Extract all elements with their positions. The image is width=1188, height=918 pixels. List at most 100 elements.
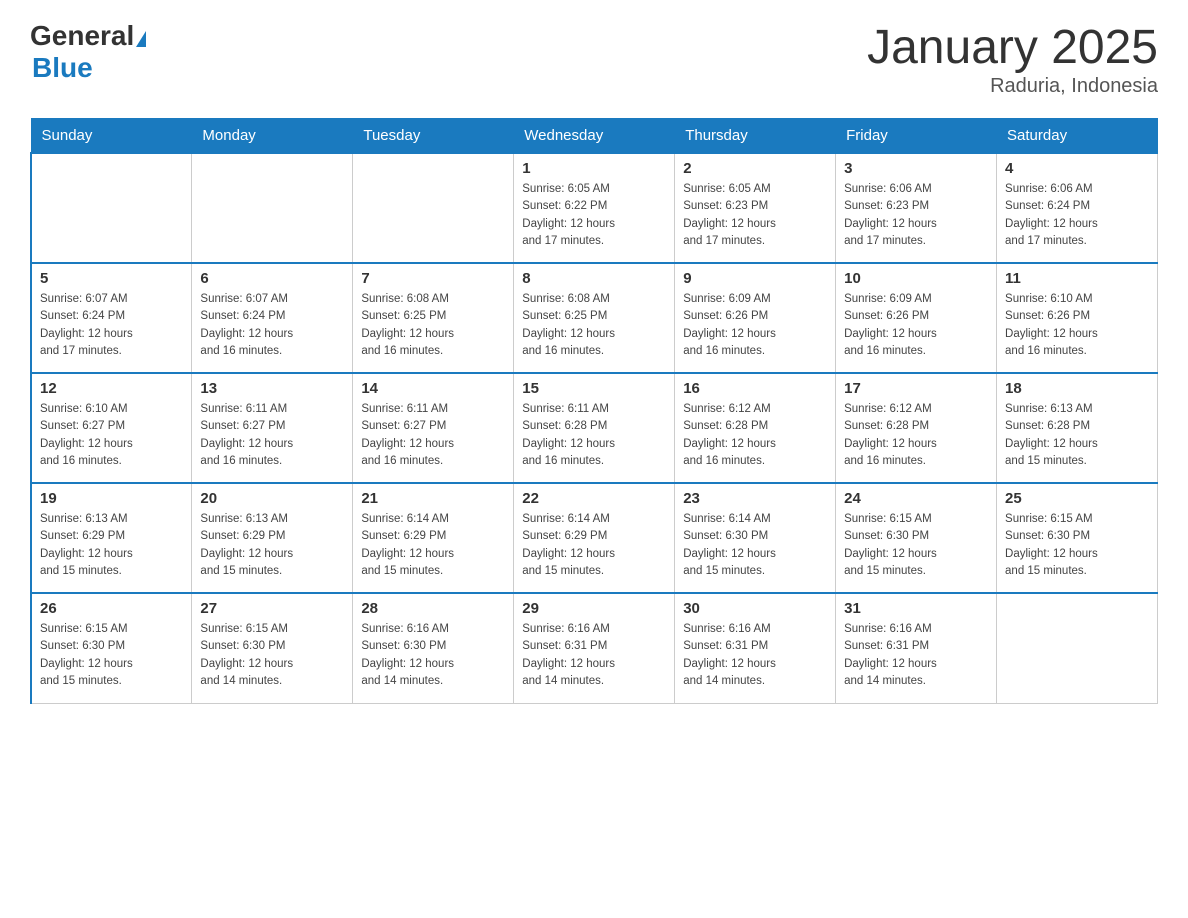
- day-info: Sunrise: 6:14 AMSunset: 6:29 PMDaylight:…: [361, 511, 505, 580]
- week-row-2: 5 Sunrise: 6:07 AMSunset: 6:24 PMDaylight…: [31, 263, 1158, 373]
- calendar-cell: 21 Sunrise: 6:14 AMSunset: 6:29 PMDayligh…: [353, 483, 514, 593]
- calendar-cell: 23 Sunrise: 6:14 AMSunset: 6:30 PMDayligh…: [675, 483, 836, 593]
- calendar-cell: 25Sunrise: 6:15 AMSunset: 6:30 PMDayligh…: [997, 483, 1158, 593]
- day-number: 24: [844, 490, 988, 507]
- day-number: 6: [200, 270, 344, 287]
- calendar-cell: 7 Sunrise: 6:08 AMSunset: 6:25 PMDaylight…: [353, 263, 514, 373]
- day-info: Sunrise: 6:14 AMSunset: 6:30 PMDaylight:…: [683, 511, 827, 580]
- header-tuesday: Tuesday: [353, 119, 514, 154]
- day-number: 13: [200, 380, 344, 397]
- calendar-cell: 20Sunrise: 6:13 AMSunset: 6:29 PMDayligh…: [192, 483, 353, 593]
- day-info: Sunrise: 6:15 AMSunset: 6:30 PMDaylight:…: [40, 621, 183, 690]
- day-number: 14: [361, 380, 505, 397]
- page-header: General Blue January 2025 Raduria, Indon…: [30, 20, 1158, 98]
- header-thursday: Thursday: [675, 119, 836, 154]
- day-info: Sunrise: 6:09 AMSunset: 6:26 PMDaylight:…: [683, 291, 827, 360]
- day-number: 29: [522, 600, 666, 617]
- day-number: 2: [683, 160, 827, 177]
- logo-general: General: [30, 20, 134, 51]
- header-friday: Friday: [836, 119, 997, 154]
- day-info: Sunrise: 6:08 AMSunset: 6:25 PMDaylight:…: [361, 291, 505, 360]
- calendar-cell: 31 Sunrise: 6:16 AMSunset: 6:31 PMDayligh…: [836, 593, 997, 703]
- calendar-table: Sunday Monday Tuesday Wednesday Thursday…: [30, 118, 1158, 704]
- day-number: 4: [1005, 160, 1149, 177]
- calendar-cell: [997, 593, 1158, 703]
- calendar-cell: 12 Sunrise: 6:10 AMSunset: 6:27 PMDayligh…: [31, 373, 192, 483]
- day-info: Sunrise: 6:05 AMSunset: 6:23 PMDaylight:…: [683, 181, 827, 250]
- day-number: 5: [40, 270, 183, 287]
- calendar-title: January 2025: [867, 20, 1158, 75]
- day-info: Sunrise: 6:07 AMSunset: 6:24 PMDaylight:…: [40, 291, 183, 360]
- day-number: 23: [683, 490, 827, 507]
- week-row-3: 12 Sunrise: 6:10 AMSunset: 6:27 PMDayligh…: [31, 373, 1158, 483]
- logo-blue: Blue: [32, 52, 93, 83]
- day-number: 7: [361, 270, 505, 287]
- day-number: 15: [522, 380, 666, 397]
- calendar-cell: [31, 153, 192, 263]
- day-number: 11: [1005, 270, 1149, 287]
- day-info: Sunrise: 6:10 AMSunset: 6:27 PMDaylight:…: [40, 401, 183, 470]
- day-info: Sunrise: 6:14 AMSunset: 6:29 PMDaylight:…: [522, 511, 666, 580]
- day-number: 17: [844, 380, 988, 397]
- day-number: 8: [522, 270, 666, 287]
- day-number: 19: [40, 490, 183, 507]
- header-saturday: Saturday: [997, 119, 1158, 154]
- calendar-cell: 10Sunrise: 6:09 AMSunset: 6:26 PMDayligh…: [836, 263, 997, 373]
- day-number: 1: [522, 160, 666, 177]
- calendar-cell: 13 Sunrise: 6:11 AMSunset: 6:27 PMDayligh…: [192, 373, 353, 483]
- day-number: 16: [683, 380, 827, 397]
- calendar-cell: 15 Sunrise: 6:11 AMSunset: 6:28 PMDayligh…: [514, 373, 675, 483]
- week-row-1: 1 Sunrise: 6:05 AMSunset: 6:22 PMDaylight…: [31, 153, 1158, 263]
- calendar-cell: 18Sunrise: 6:13 AMSunset: 6:28 PMDayligh…: [997, 373, 1158, 483]
- day-info: Sunrise: 6:08 AMSunset: 6:25 PMDaylight:…: [522, 291, 666, 360]
- day-info: Sunrise: 6:12 AMSunset: 6:28 PMDaylight:…: [844, 401, 988, 470]
- calendar-cell: 19Sunrise: 6:13 AMSunset: 6:29 PMDayligh…: [31, 483, 192, 593]
- calendar-cell: 9 Sunrise: 6:09 AMSunset: 6:26 PMDaylight…: [675, 263, 836, 373]
- calendar-cell: 3 Sunrise: 6:06 AMSunset: 6:23 PMDaylight…: [836, 153, 997, 263]
- calendar-cell: 29Sunrise: 6:16 AMSunset: 6:31 PMDayligh…: [514, 593, 675, 703]
- day-number: 21: [361, 490, 505, 507]
- calendar-cell: 24 Sunrise: 6:15 AMSunset: 6:30 PMDayligh…: [836, 483, 997, 593]
- header-monday: Monday: [192, 119, 353, 154]
- calendar-cell: 2 Sunrise: 6:05 AMSunset: 6:23 PMDaylight…: [675, 153, 836, 263]
- day-info: Sunrise: 6:06 AMSunset: 6:24 PMDaylight:…: [1005, 181, 1149, 250]
- day-info: Sunrise: 6:16 AMSunset: 6:30 PMDaylight:…: [361, 621, 505, 690]
- title-block: January 2025 Raduria, Indonesia: [867, 20, 1158, 98]
- logo-text: General Blue: [30, 20, 146, 84]
- calendar-cell: 17 Sunrise: 6:12 AMSunset: 6:28 PMDayligh…: [836, 373, 997, 483]
- logo-triangle: [136, 31, 146, 47]
- calendar-subtitle: Raduria, Indonesia: [867, 75, 1158, 98]
- day-number: 25: [1005, 490, 1149, 507]
- day-info: Sunrise: 6:06 AMSunset: 6:23 PMDaylight:…: [844, 181, 988, 250]
- day-number: 26: [40, 600, 183, 617]
- day-info: Sunrise: 6:15 AMSunset: 6:30 PMDaylight:…: [844, 511, 988, 580]
- week-row-5: 26 Sunrise: 6:15 AMSunset: 6:30 PMDayligh…: [31, 593, 1158, 703]
- day-info: Sunrise: 6:13 AMSunset: 6:28 PMDaylight:…: [1005, 401, 1149, 470]
- calendar-cell: 5 Sunrise: 6:07 AMSunset: 6:24 PMDaylight…: [31, 263, 192, 373]
- day-info: Sunrise: 6:16 AMSunset: 6:31 PMDaylight:…: [683, 621, 827, 690]
- day-number: 20: [200, 490, 344, 507]
- calendar-cell: 11 Sunrise: 6:10 AMSunset: 6:26 PMDayligh…: [997, 263, 1158, 373]
- calendar-cell: 4 Sunrise: 6:06 AMSunset: 6:24 PMDaylight…: [997, 153, 1158, 263]
- calendar-cell: 30 Sunrise: 6:16 AMSunset: 6:31 PMDayligh…: [675, 593, 836, 703]
- day-info: Sunrise: 6:09 AMSunset: 6:26 PMDaylight:…: [844, 291, 988, 360]
- day-number: 3: [844, 160, 988, 177]
- day-info: Sunrise: 6:16 AMSunset: 6:31 PMDaylight:…: [844, 621, 988, 690]
- day-number: 9: [683, 270, 827, 287]
- day-info: Sunrise: 6:15 AMSunset: 6:30 PMDaylight:…: [200, 621, 344, 690]
- day-info: Sunrise: 6:11 AMSunset: 6:27 PMDaylight:…: [361, 401, 505, 470]
- day-info: Sunrise: 6:11 AMSunset: 6:28 PMDaylight:…: [522, 401, 666, 470]
- calendar-cell: 28 Sunrise: 6:16 AMSunset: 6:30 PMDayligh…: [353, 593, 514, 703]
- day-number: 22: [522, 490, 666, 507]
- day-number: 28: [361, 600, 505, 617]
- day-number: 31: [844, 600, 988, 617]
- day-number: 30: [683, 600, 827, 617]
- calendar-cell: 22 Sunrise: 6:14 AMSunset: 6:29 PMDayligh…: [514, 483, 675, 593]
- day-info: Sunrise: 6:10 AMSunset: 6:26 PMDaylight:…: [1005, 291, 1149, 360]
- day-info: Sunrise: 6:05 AMSunset: 6:22 PMDaylight:…: [522, 181, 666, 250]
- day-number: 12: [40, 380, 183, 397]
- calendar-cell: 1 Sunrise: 6:05 AMSunset: 6:22 PMDaylight…: [514, 153, 675, 263]
- calendar-header-row: Sunday Monday Tuesday Wednesday Thursday…: [31, 119, 1158, 154]
- day-info: Sunrise: 6:11 AMSunset: 6:27 PMDaylight:…: [200, 401, 344, 470]
- calendar-cell: [192, 153, 353, 263]
